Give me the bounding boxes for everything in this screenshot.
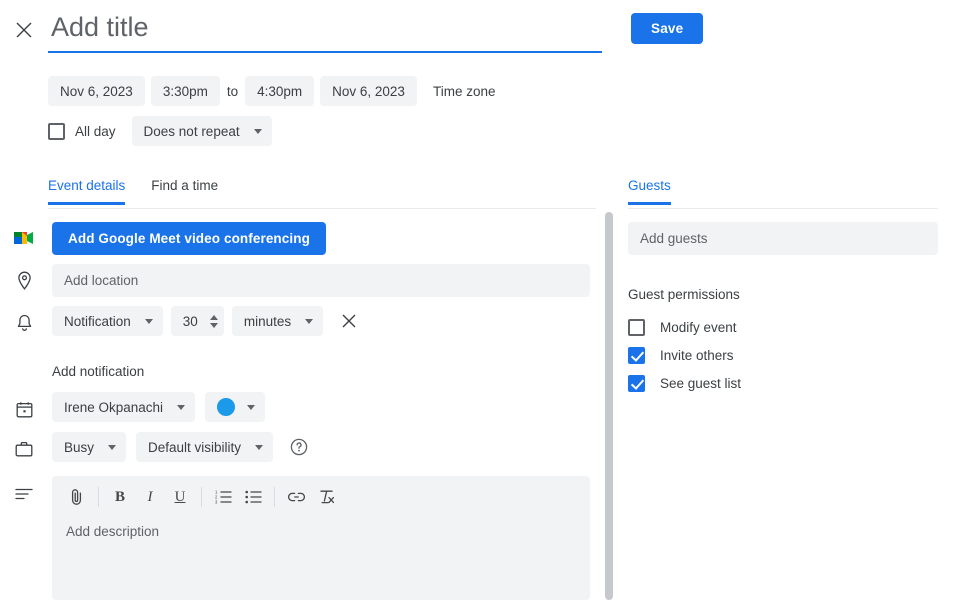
bulleted-list-icon[interactable] [238, 482, 268, 512]
close-button[interactable] [10, 16, 38, 44]
to-label: to [226, 83, 239, 99]
calendar-owner-row: Irene Okpanachi [52, 392, 266, 422]
notification-row: Notification 30 minutes [52, 306, 361, 336]
all-day-checkbox[interactable] [48, 122, 65, 140]
chevron-down-icon [108, 444, 117, 450]
permission-modify-event[interactable]: Modify event [628, 313, 938, 341]
chevron-down-icon [177, 404, 186, 410]
location-pin-icon [12, 269, 36, 293]
permission-see-guest-list[interactable]: See guest list [628, 369, 938, 397]
event-details-pane: Add Google Meet video conferencing Notif… [0, 212, 600, 600]
schedule-row: Nov 6, 2023 3:30pm to 4:30pm Nov 6, 2023… [48, 76, 495, 106]
see-guest-list-checkbox[interactable] [628, 374, 645, 392]
availability-row: Busy Default visibility [52, 432, 309, 462]
description-editor[interactable]: B I U 1 2 3 Add description [52, 476, 590, 600]
guests-divider [628, 208, 938, 209]
notification-unit-value: minutes [243, 313, 292, 329]
chevron-down-icon [255, 444, 264, 450]
underline-icon[interactable]: U [165, 482, 195, 512]
add-guests-input[interactable] [628, 222, 938, 255]
location-input[interactable] [52, 264, 590, 297]
modify-event-checkbox[interactable] [628, 318, 645, 336]
numbered-list-icon[interactable]: 1 2 3 [208, 482, 238, 512]
bold-icon[interactable]: B [105, 482, 135, 512]
permission-label: Modify event [660, 319, 737, 335]
chevron-down-icon [247, 404, 256, 410]
event-color-dropdown[interactable] [205, 392, 266, 422]
guest-permissions-title: Guest permissions [628, 287, 740, 302]
event-header: Save [0, 0, 980, 62]
description-lines-icon [12, 482, 36, 506]
stepper-up-icon[interactable] [209, 314, 218, 320]
attachment-icon[interactable] [62, 482, 92, 512]
permission-label: See guest list [660, 375, 742, 391]
allday-row: All day Does not repeat [48, 116, 272, 146]
tab-guests[interactable]: Guests [628, 178, 671, 205]
guest-permissions-list: Modify event Invite others See guest lis… [628, 313, 938, 397]
stepper-down-icon[interactable] [209, 322, 218, 328]
remove-notification-button[interactable] [337, 309, 361, 333]
detail-tabs: Event details Find a time [48, 178, 244, 205]
link-icon[interactable] [281, 482, 311, 512]
toolbar-divider [98, 487, 99, 507]
clear-formatting-icon[interactable] [311, 482, 341, 512]
visibility-dropdown[interactable]: Default visibility [136, 432, 274, 462]
chevron-down-icon [253, 128, 262, 134]
stepper-arrows-icon[interactable] [209, 314, 218, 328]
details-scrollbar-thumb[interactable] [605, 212, 613, 600]
create-event-page: Save Nov 6, 2023 3:30pm to 4:30pm Nov 6,… [0, 0, 980, 600]
event-title-input[interactable] [48, 10, 602, 53]
svg-text:3: 3 [215, 500, 218, 504]
description-toolbar: B I U 1 2 3 [52, 476, 590, 518]
google-meet-icon [12, 226, 36, 250]
notification-unit-dropdown[interactable]: minutes [231, 306, 324, 336]
briefcase-icon [12, 437, 36, 461]
toolbar-divider [201, 487, 202, 507]
calendar-owner-dropdown[interactable]: Irene Okpanachi [52, 392, 196, 422]
chevron-down-icon [305, 318, 314, 324]
visibility-help-button[interactable] [289, 437, 309, 457]
tab-find-a-time[interactable]: Find a time [151, 178, 218, 205]
add-google-meet-button[interactable]: Add Google Meet video conferencing [52, 222, 326, 255]
visibility-value: Default visibility [148, 439, 242, 455]
end-date-chip[interactable]: Nov 6, 2023 [320, 76, 417, 106]
notification-type-dropdown[interactable]: Notification [52, 306, 163, 336]
close-icon [342, 314, 356, 328]
notification-type-value: Notification [64, 313, 131, 329]
notification-amount-value: 30 [182, 313, 198, 329]
start-date-chip[interactable]: Nov 6, 2023 [48, 76, 145, 106]
chevron-down-icon [144, 318, 153, 324]
close-icon [16, 22, 32, 38]
tabs-divider [48, 208, 596, 209]
permission-label: Invite others [660, 347, 734, 363]
title-field-wrapper [48, 10, 602, 53]
event-color-swatch [217, 398, 236, 416]
description-placeholder: Add description [66, 524, 160, 539]
add-notification-button[interactable]: Add notification [52, 364, 144, 379]
tab-event-details[interactable]: Event details [48, 178, 126, 205]
repeat-dropdown[interactable]: Does not repeat [131, 116, 272, 146]
timezone-button[interactable]: Time zone [433, 84, 496, 99]
permission-invite-others[interactable]: Invite others [628, 341, 938, 369]
italic-icon[interactable]: I [135, 482, 165, 512]
all-day-label[interactable]: All day [75, 124, 116, 139]
end-time-chip[interactable]: 4:30pm [245, 76, 315, 106]
busy-dropdown[interactable]: Busy [52, 432, 127, 462]
help-circle-icon [290, 438, 308, 456]
invite-others-checkbox[interactable] [628, 346, 645, 364]
calendar-owner-value: Irene Okpanachi [64, 399, 164, 415]
busy-value: Busy [64, 439, 95, 455]
toolbar-divider [274, 487, 275, 507]
save-button[interactable]: Save [631, 13, 704, 44]
start-time-chip[interactable]: 3:30pm [150, 76, 220, 106]
repeat-value: Does not repeat [143, 123, 240, 139]
calendar-icon [12, 397, 36, 421]
bell-icon [12, 311, 36, 335]
notification-amount-stepper[interactable]: 30 [170, 306, 224, 336]
